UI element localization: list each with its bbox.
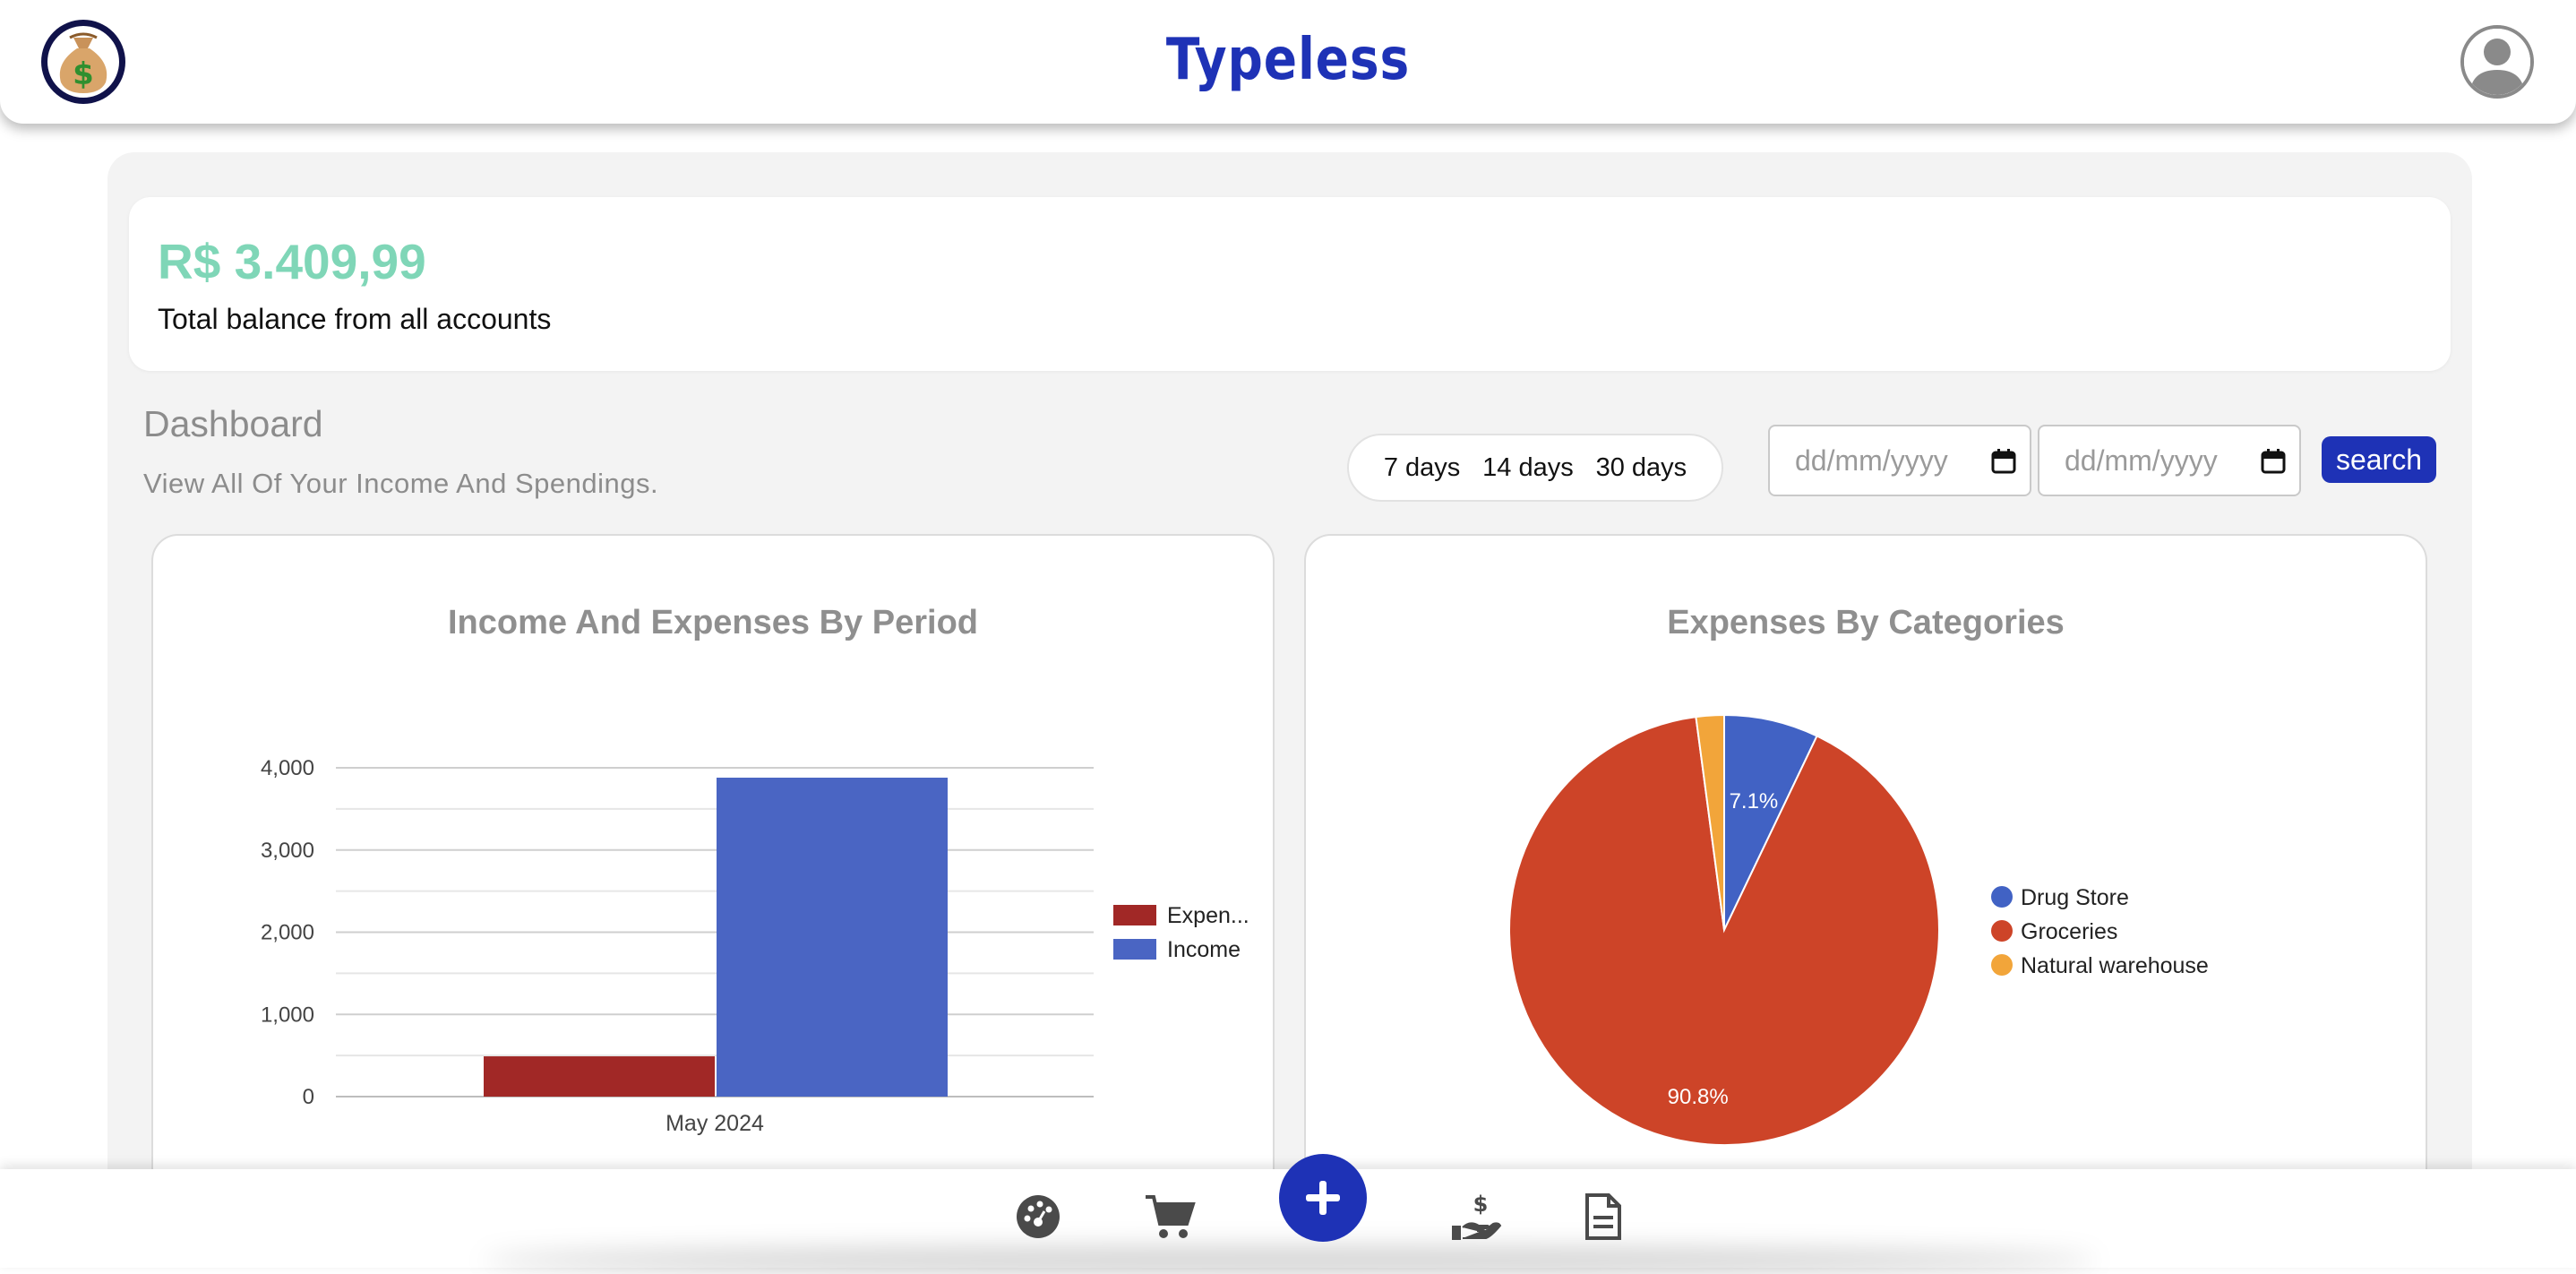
legend-dot (1991, 886, 2013, 908)
y-tick-label: 3,000 (261, 839, 314, 863)
hand-money-icon[interactable]: $ (1449, 1190, 1503, 1244)
balance-card: R$ 3.409,99 Total balance from all accou… (129, 197, 2451, 371)
svg-text:$: $ (1473, 1192, 1489, 1217)
bar-chart: 0 1,000 2,000 3,000 4,000 May 2024 Expen... Inc… (261, 756, 1249, 1136)
money-bag-icon[interactable]: $ (41, 20, 125, 104)
period-14-days-button[interactable]: 14 days (1482, 453, 1574, 483)
balance-caption: Total balance from all accounts (158, 303, 552, 335)
avatar-shape (2464, 29, 2530, 95)
period-7-days-button[interactable]: 7 days (1384, 453, 1460, 483)
bar-income[interactable] (717, 778, 948, 1097)
legend-swatch (1113, 939, 1156, 960)
document-icon[interactable] (1576, 1190, 1630, 1244)
legend-label: Natural warehouse (2021, 953, 2209, 978)
income-expenses-card: Income And Expenses By Period 0 1,000 2,00… (151, 534, 1275, 1268)
y-tick-label: 4,000 (261, 756, 314, 780)
date-from-placeholder: dd/mm/yyyy (1795, 443, 1948, 477)
calendar-icon[interactable] (2260, 448, 2287, 475)
balance-amount: R$ 3.409,99 (158, 234, 426, 289)
pie-data-label: 7.1% (1730, 789, 1779, 813)
period-selector: 7 days 14 days 30 days (1347, 434, 1723, 502)
legend-label: Expen... (1167, 903, 1249, 928)
dashboard-subtitle: View All Of Your Income And Spendings. (143, 468, 659, 499)
legend-dot (1991, 954, 2013, 976)
money-bag-shape: $ (59, 32, 107, 93)
user-avatar-icon[interactable] (2460, 25, 2534, 99)
date-from-input[interactable]: dd/mm/yyyy (1768, 425, 2031, 496)
y-tick-label: 1,000 (261, 1003, 314, 1027)
dashboard-title: Dashboard (143, 403, 323, 444)
legend-label: Income (1167, 937, 1241, 962)
legend-label: Groceries (2021, 919, 2117, 944)
svg-text:$: $ (73, 56, 94, 92)
expenses-categories-card: Expenses By Categories 7.1% 90.8% Drug Sto… (1304, 534, 2427, 1268)
legend-label: Drug Store (2021, 885, 2129, 910)
date-to-placeholder: dd/mm/yyyy (2065, 443, 2218, 477)
legend-dot (1991, 920, 2013, 942)
date-to-input[interactable]: dd/mm/yyyy (2038, 425, 2301, 496)
y-tick-label: 0 (303, 1085, 314, 1109)
add-icon (1306, 1181, 1340, 1215)
cart-icon[interactable] (1143, 1190, 1197, 1244)
dashboard-icon[interactable] (1011, 1190, 1065, 1244)
x-tick-label: May 2024 (665, 1111, 764, 1136)
search-button[interactable]: search (2322, 436, 2436, 483)
pie-chart: 7.1% 90.8% Drug Store Groceries Natural ware… (1507, 713, 2209, 1146)
period-30-days-button[interactable]: 30 days (1596, 453, 1687, 483)
calendar-icon[interactable] (1990, 448, 2017, 475)
y-tick-label: 2,000 (261, 921, 314, 945)
pie-data-label: 90.8% (1668, 1085, 1729, 1109)
app-title: Typeless (1165, 27, 1411, 93)
app-header: $ Typeless (0, 0, 2576, 124)
nav-shadow (484, 1247, 2096, 1274)
add-button[interactable] (1279, 1154, 1367, 1242)
bar-expenses[interactable] (484, 1056, 715, 1097)
legend-swatch (1113, 905, 1156, 925)
